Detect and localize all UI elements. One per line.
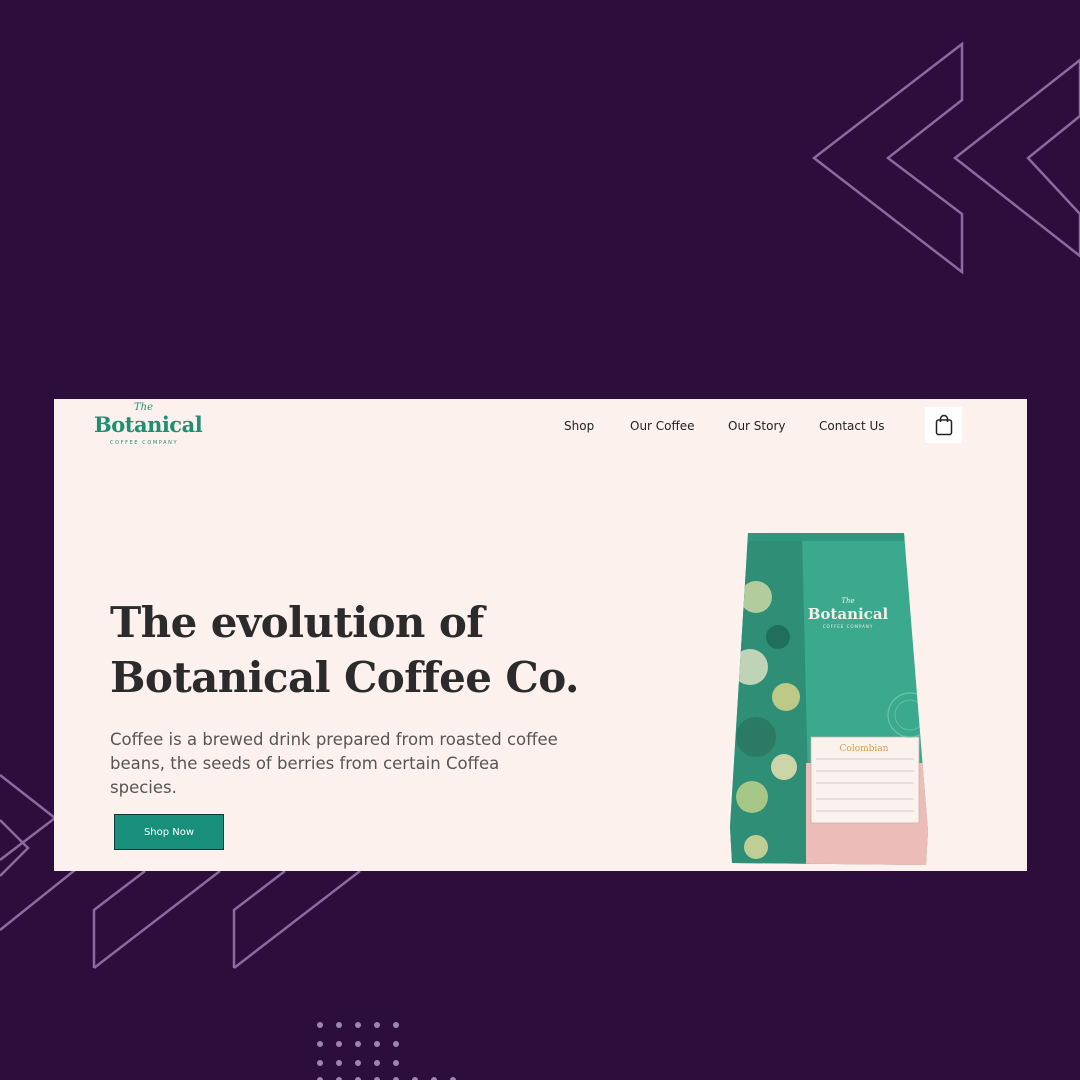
coffee-bag-image: The Botanical COFFEE COMPANY Colombian [730, 533, 928, 865]
hero-title: The evolution of Botanical Coffee Co. [110, 595, 630, 705]
cart-button[interactable] [925, 407, 962, 443]
hero-description: Coffee is a brewed drink prepared from r… [110, 730, 558, 797]
hero-title-line-2: Botanical Coffee Co. [110, 653, 580, 702]
bag-the-text: The [841, 597, 854, 605]
chevron-shape [811, 41, 964, 275]
bag-origin-text: Colombian [840, 744, 889, 754]
nav-our-story[interactable]: Our Story [728, 419, 786, 433]
brand-logo[interactable]: The Botanical COFFEE COMPANY [94, 402, 204, 451]
bag-tagline-text: COFFEE COMPANY [823, 624, 874, 629]
dot-grid [317, 1022, 456, 1080]
nav-our-coffee[interactable]: Our Coffee [630, 419, 695, 433]
logo-tagline: COFFEE COMPANY [110, 440, 179, 446]
hero-title-line-1: The evolution of [110, 598, 484, 647]
website-screenshot: The Botanical COFFEE COMPANY Shop Our Co… [54, 399, 1027, 871]
slash-shape [92, 870, 221, 969]
slash-shape [232, 870, 361, 969]
bag-brand-text: Botanical [808, 605, 889, 623]
nav-contact-us[interactable]: Contact Us [819, 419, 885, 433]
nav-shop[interactable]: Shop [564, 419, 594, 433]
chevron-shape [952, 58, 1080, 258]
shop-now-button[interactable]: Shop Now [114, 814, 224, 850]
logo-name: Botanical [94, 412, 203, 437]
shopping-bag-icon [935, 414, 952, 436]
slash-shape [0, 869, 76, 931]
